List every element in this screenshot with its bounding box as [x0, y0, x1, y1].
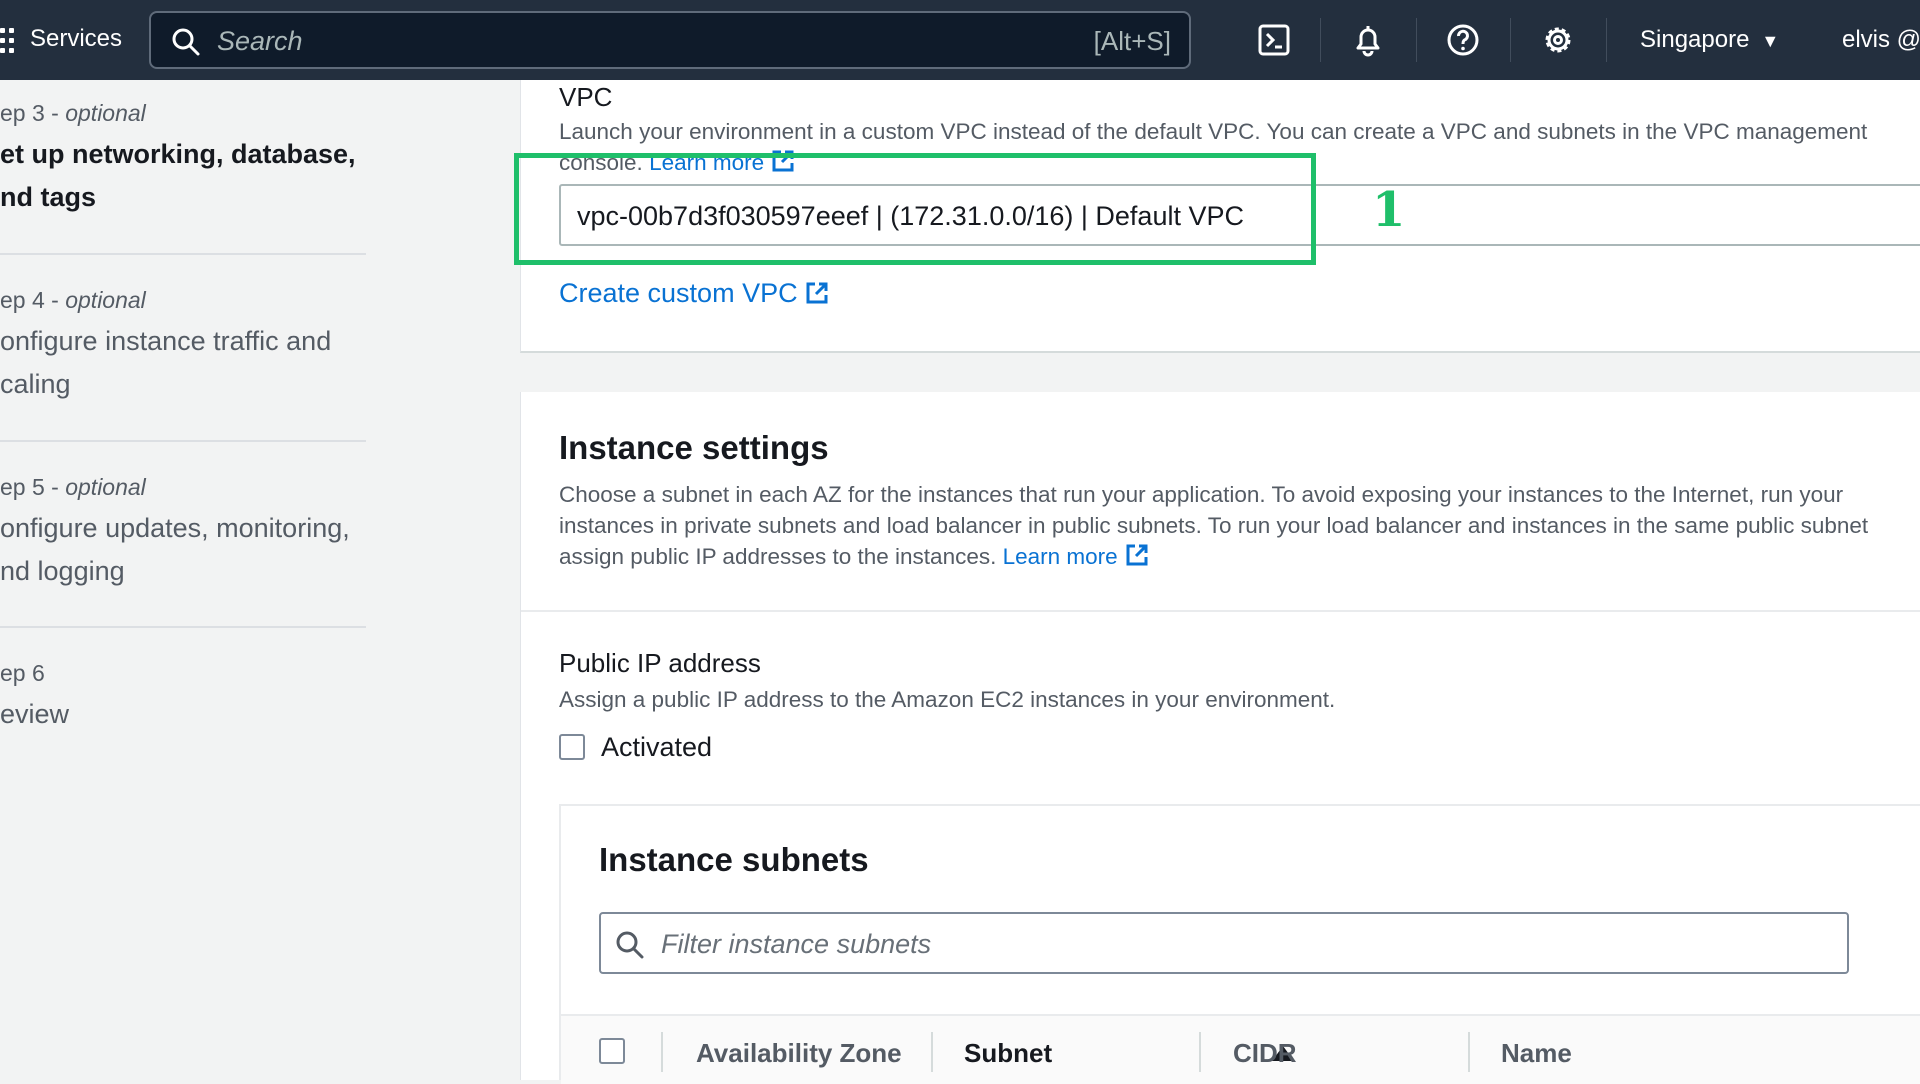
column-cidr[interactable]: CIDR	[1233, 1036, 1297, 1070]
vpc-label: VPC	[559, 82, 613, 112]
annotation-highlight-box	[514, 153, 1316, 265]
step-3[interactable]: ep 3 - optional et up networking, databa…	[0, 98, 370, 219]
instance-subnets-title: Instance subnets	[599, 841, 869, 878]
user-menu[interactable]: elvis @	[1842, 24, 1920, 56]
filter-placeholder: Filter instance subnets	[661, 929, 932, 959]
instance-subnets-table: Instance subnets Filter instance subnets…	[559, 804, 1920, 1084]
table-header: Availability Zone Subnet CIDR Name	[561, 1014, 1920, 1084]
external-link-icon	[1126, 544, 1148, 566]
caret-down-icon: ▼	[1761, 31, 1780, 51]
step-divider	[0, 626, 366, 628]
bell-icon[interactable]	[1350, 22, 1386, 58]
step-title: nd logging	[0, 556, 125, 586]
column-availability-zone[interactable]: Availability Zone	[696, 1036, 902, 1070]
search-shortcut: [Alt+S]	[1093, 26, 1171, 56]
step-title: onfigure instance traffic and	[0, 326, 332, 356]
select-all-checkbox[interactable]	[599, 1038, 625, 1064]
filter-subnets-input[interactable]: Filter instance subnets	[599, 912, 1849, 974]
step-4[interactable]: ep 4 - optional onfigure instance traffi…	[0, 285, 370, 406]
step-title: et up networking, database,	[0, 139, 356, 169]
top-navigation: Services Search [Alt+S] Singapore ▼ elvis…	[0, 0, 1920, 80]
column-divider	[1199, 1032, 1201, 1072]
column-subnet[interactable]: Subnet	[964, 1036, 1052, 1070]
step-divider	[0, 440, 366, 442]
search-input[interactable]: Search [Alt+S]	[149, 11, 1191, 69]
column-divider	[931, 1032, 933, 1072]
services-grid-icon[interactable]	[0, 28, 16, 54]
public-ip-description: Assign a public IP address to the Amazon…	[559, 687, 1336, 712]
section-divider	[521, 610, 1920, 612]
wizard-steps: ep 3 - optional et up networking, databa…	[0, 80, 520, 1080]
gear-icon[interactable]	[1540, 22, 1576, 58]
column-divider	[1468, 1032, 1470, 1072]
nav-divider	[1320, 18, 1321, 62]
instance-settings-description: Choose a subnet in each AZ for the insta…	[559, 482, 1869, 569]
step-label: ep 6	[0, 660, 45, 686]
public-ip-title: Public IP address	[559, 648, 761, 678]
instance-settings-learn-more-link[interactable]: Learn more	[1003, 544, 1150, 569]
step-5[interactable]: ep 5 - optional onfigure updates, monito…	[0, 472, 370, 593]
step-title: onfigure updates, monitoring,	[0, 513, 350, 543]
step-label: ep 5 - optional	[0, 474, 146, 500]
search-icon	[616, 931, 644, 959]
services-menu-button[interactable]: Services	[30, 22, 122, 56]
nav-divider	[1510, 18, 1511, 62]
step-6[interactable]: ep 6 eview	[0, 658, 370, 736]
step-title: eview	[0, 699, 70, 729]
step-title: nd tags	[0, 182, 97, 212]
external-link-icon	[806, 282, 828, 304]
annotation-number: 1	[1372, 182, 1406, 238]
nav-divider	[1416, 18, 1417, 62]
column-name[interactable]: Name	[1501, 1036, 1572, 1070]
instance-settings-panel: Instance settings Choose a subnet in eac…	[520, 392, 1920, 1084]
activated-checkbox[interactable]	[559, 734, 585, 760]
search-icon	[172, 28, 200, 56]
public-ip-activated-option[interactable]: Activated	[559, 731, 712, 763]
region-selector[interactable]: Singapore ▼	[1640, 24, 1779, 57]
nav-divider	[1606, 18, 1607, 62]
help-icon[interactable]	[1445, 22, 1481, 58]
create-custom-vpc-link[interactable]: Create custom VPC	[559, 276, 830, 310]
cloudshell-icon[interactable]	[1256, 22, 1292, 58]
activated-checkbox-label[interactable]: Activated	[601, 732, 712, 763]
column-divider	[661, 1032, 663, 1072]
step-title: caling	[0, 369, 71, 399]
step-label: ep 4 - optional	[0, 287, 146, 313]
instance-settings-title: Instance settings	[559, 429, 829, 466]
search-placeholder: Search	[217, 26, 303, 56]
region-label: Singapore	[1640, 26, 1750, 53]
step-label: ep 3 - optional	[0, 100, 146, 126]
step-divider	[0, 253, 366, 255]
